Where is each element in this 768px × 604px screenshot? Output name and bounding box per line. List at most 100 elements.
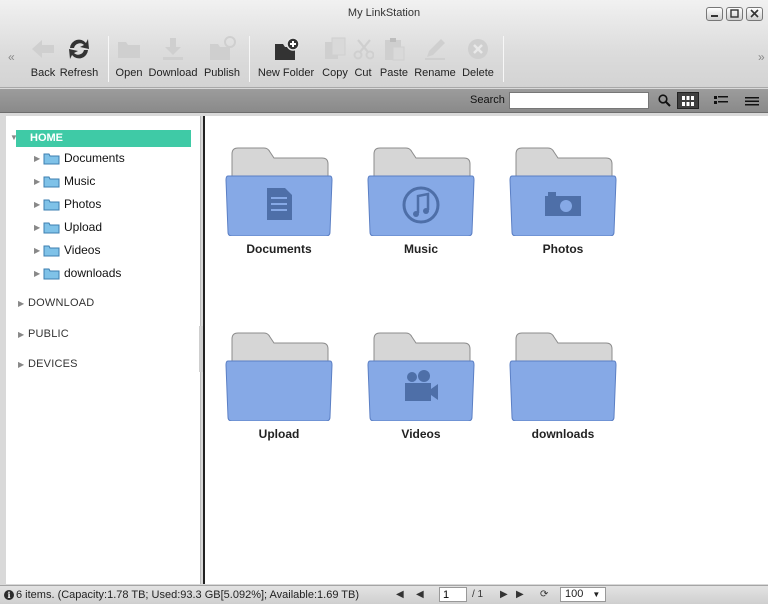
toolbar-scroll-left-icon[interactable]: « (8, 50, 15, 64)
toolbar-scroll-right-icon[interactable]: » (758, 50, 765, 64)
delete-label: Delete (462, 67, 494, 79)
open-label: Open (115, 67, 143, 79)
folder-icon (43, 153, 60, 164)
collapse-arrow-icon[interactable]: ▶ (34, 269, 42, 278)
folder-icon (43, 199, 60, 210)
page-size-select[interactable]: 100 ▼ (560, 587, 606, 602)
search-input[interactable] (509, 92, 649, 109)
info-icon: i (4, 590, 14, 600)
publish-label: Publish (203, 67, 241, 79)
paste-label: Paste (379, 67, 409, 79)
tree-item-downloads[interactable]: ▶ downloads (34, 264, 121, 282)
search-label: Search (470, 94, 505, 106)
restore-icon (730, 9, 739, 18)
copy-label: Copy (322, 67, 348, 79)
refresh-button[interactable]: Refresh (59, 32, 99, 84)
tree-item-upload[interactable]: ▶ Upload (34, 218, 102, 236)
restore-button[interactable] (726, 7, 743, 21)
close-icon (750, 9, 759, 18)
delete-button[interactable]: Delete (458, 32, 498, 84)
tree-item-label: Documents (64, 151, 125, 165)
list-view-button[interactable] (710, 92, 732, 109)
rename-button[interactable]: Rename (414, 32, 456, 84)
new-folder-button[interactable]: New Folder (254, 32, 318, 84)
collapse-arrow-icon[interactable]: ▶ (34, 200, 42, 209)
toolbar-separator (249, 36, 250, 82)
status-bar: i 6 items. (Capacity:1.78 TB; Used:93.3 … (0, 585, 768, 604)
download-label: Download (148, 67, 198, 79)
tree-item-videos[interactable]: ▶ Videos (34, 241, 100, 259)
tree-node-home[interactable]: HOME (16, 130, 191, 147)
list-view-icon (714, 95, 728, 104)
collapse-arrow-icon[interactable]: ▶ (18, 299, 28, 308)
search-bar: Search (0, 89, 768, 113)
file-view: Documents Music Photos Upload Videos dow… (203, 116, 768, 584)
cut-label: Cut (354, 67, 372, 79)
close-button[interactable] (746, 7, 763, 21)
collapse-arrow-icon[interactable]: ▶ (18, 330, 28, 339)
folder-tile-videos[interactable]: Videos (361, 321, 481, 441)
tree-node-label: DEVICES (28, 358, 78, 370)
tree-node-download[interactable]: ▶ DOWNLOAD (18, 297, 94, 309)
tree-item-label: Videos (64, 243, 101, 257)
folder-icon (367, 147, 475, 236)
open-folder-icon (118, 42, 140, 58)
open-button[interactable]: Open (113, 32, 145, 84)
folder-icon (43, 268, 60, 279)
next-page-icon[interactable]: ▶ (500, 589, 508, 600)
folder-icon (43, 176, 60, 187)
delete-icon (468, 39, 488, 59)
publish-button[interactable]: Publish (201, 32, 243, 84)
folder-tile-label: downloads (531, 427, 595, 441)
cut-button[interactable]: Cut (352, 32, 374, 84)
first-page-icon[interactable]: ◀ (396, 589, 404, 600)
folder-tile-upload[interactable]: Upload (219, 321, 339, 441)
magnifier-icon (657, 94, 671, 107)
folder-tile-label: Upload (258, 427, 300, 441)
folder-tile-label: Documents (246, 242, 312, 256)
tree-node-home-label: HOME (30, 132, 63, 144)
collapse-arrow-icon[interactable]: ▶ (34, 223, 42, 232)
tree-item-photos[interactable]: ▶ Photos (34, 195, 101, 213)
collapse-arrow-icon[interactable]: ▶ (18, 360, 28, 369)
tree-node-devices[interactable]: ▶ DEVICES (18, 358, 78, 370)
tree-node-public[interactable]: ▶ PUBLIC (18, 328, 69, 340)
download-button[interactable]: Download (147, 32, 199, 84)
folder-icon (225, 147, 333, 236)
detail-view-icon (745, 96, 759, 105)
refresh-icon[interactable]: ⟳ (540, 589, 548, 600)
folder-tile-documents[interactable]: Documents (219, 136, 339, 256)
back-button[interactable]: Back (29, 32, 57, 84)
grid-view-button[interactable] (677, 92, 699, 109)
folder-tree: ▼ HOME ▶ Documents ▶ Music ▶ Photos ▶ Up… (6, 116, 201, 584)
collapse-arrow-icon[interactable]: ▶ (34, 246, 42, 255)
last-page-icon[interactable]: ▶ (516, 589, 524, 600)
back-label: Back (30, 67, 56, 79)
folder-tile-music[interactable]: Music (361, 136, 481, 256)
detail-view-button[interactable] (741, 92, 763, 109)
rename-icon (425, 39, 445, 60)
folder-icon (43, 222, 60, 233)
folder-tile-downloads[interactable]: downloads (503, 321, 623, 441)
search-button[interactable] (653, 92, 675, 109)
paste-icon (385, 38, 405, 61)
tree-item-label: Music (64, 174, 96, 188)
prev-page-icon[interactable]: ◀ (416, 589, 424, 600)
folder-tile-label: Videos (401, 427, 441, 441)
collapse-arrow-icon[interactable]: ▶ (34, 177, 42, 186)
refresh-icon (69, 39, 89, 59)
tree-item-label: Photos (64, 197, 102, 211)
page-input[interactable] (439, 587, 467, 602)
copy-button[interactable]: Copy (320, 32, 350, 84)
tree-node-label: DOWNLOAD (28, 297, 95, 309)
tree-item-documents[interactable]: ▶ Documents (34, 149, 125, 167)
paste-button[interactable]: Paste (376, 32, 412, 84)
collapse-arrow-icon[interactable]: ▶ (34, 154, 42, 163)
minimize-button[interactable] (706, 7, 723, 21)
tree-item-music[interactable]: ▶ Music (34, 172, 95, 190)
folder-tile-photos[interactable]: Photos (503, 136, 623, 256)
back-arrow-icon (32, 40, 54, 58)
folder-icon (509, 147, 617, 236)
page-size-value: 100 (565, 588, 584, 600)
status-text: 6 items. (Capacity:1.78 TB; Used:93.3 GB… (16, 589, 360, 601)
